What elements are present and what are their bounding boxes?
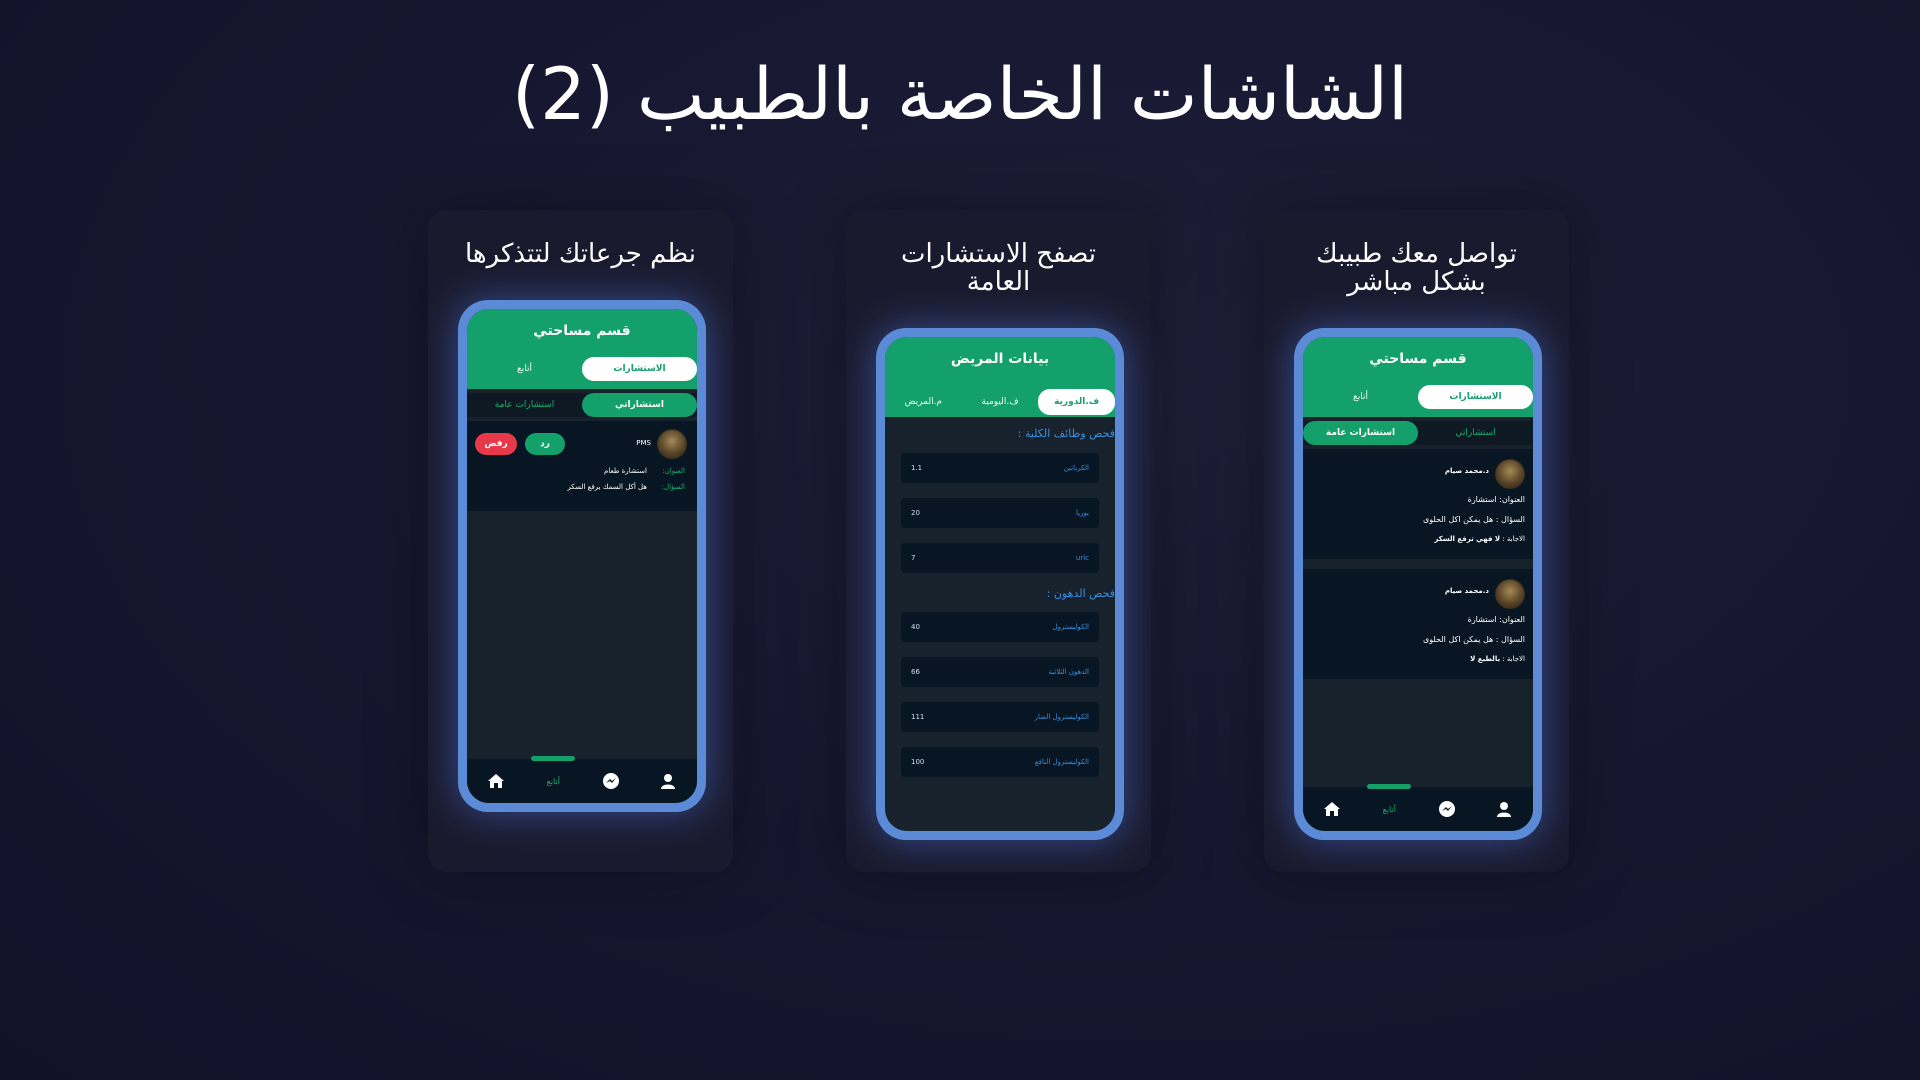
sub-tab-my-consultations[interactable]: استشاراتي bbox=[582, 393, 697, 417]
lab-row: يوريا 20 bbox=[901, 498, 1099, 528]
lab-row: uric 7 bbox=[901, 543, 1099, 573]
sub-tab-bar: استشاراتي استشارات عامة bbox=[467, 393, 697, 417]
lab-row: الكوليسترول النافع 100 bbox=[901, 747, 1099, 777]
avatar bbox=[1495, 579, 1525, 609]
doctor-name: د.محمد صيام bbox=[1444, 587, 1489, 595]
card-caption-line2: العامة bbox=[966, 267, 1031, 297]
nav-follow[interactable]: أتابع bbox=[531, 756, 576, 796]
lab-row: الكرياتين 1.1 bbox=[901, 453, 1099, 483]
feature-card-public-consultations: تصفح الاستشارات العامة بيانات المريض ف.ا… bbox=[846, 210, 1151, 872]
lab-name: يوريا bbox=[1075, 509, 1089, 517]
avatar bbox=[1495, 459, 1525, 489]
consultation-item[interactable]: د.محمد صيام العنوان: استشارة السؤال : هل… bbox=[1303, 449, 1533, 559]
lab-name: الدهون الثلاثية bbox=[1048, 668, 1089, 676]
nav-follow-label: أتابع bbox=[1382, 804, 1396, 814]
section-kidney-function: فحص وظائف الكلية : bbox=[1017, 427, 1115, 440]
sub-tab-public-consultations[interactable]: استشارات عامة bbox=[1303, 421, 1418, 445]
bottom-nav: أتابع bbox=[467, 756, 697, 803]
home-icon[interactable] bbox=[1317, 794, 1347, 824]
feature-card-doses: نظم جرعاتك لتتذكرها قسم مساحتي الاستشارا… bbox=[428, 210, 733, 872]
tab-bar: ف.الدورية ف.اليومية م.المريض bbox=[885, 389, 1115, 415]
nav-follow-label: أتابع bbox=[546, 776, 560, 786]
consult-question: السؤال : هل يمكن اكل الحلوى bbox=[1423, 635, 1525, 644]
consult-question: السؤال : هل يمكن اكل الحلوى bbox=[1423, 515, 1525, 524]
question-value: هل أكل السمك يرفع السكر bbox=[567, 483, 647, 491]
avatar bbox=[657, 429, 687, 459]
lab-name: الكوليسترول الضار bbox=[1034, 713, 1089, 721]
tab-consultations[interactable]: الاستشارات bbox=[582, 357, 697, 381]
messenger-icon[interactable] bbox=[596, 766, 626, 796]
question-key: السؤال: bbox=[661, 483, 685, 491]
consultation-item[interactable]: PMS رد رفض العنوان: استشارة طعام السؤال:… bbox=[467, 421, 697, 511]
tab-consultations[interactable]: الاستشارات bbox=[1418, 385, 1533, 409]
answer-key: الاجابة : bbox=[1500, 655, 1525, 663]
lab-value: 1.1 bbox=[911, 464, 923, 472]
page-title: الشاشات الخاصة بالطبيب (2) bbox=[511, 52, 1409, 136]
active-indicator bbox=[1367, 784, 1412, 789]
header-title: قسم مساحتي bbox=[533, 323, 631, 339]
sub-tab-public-consultations[interactable]: استشارات عامة bbox=[467, 393, 582, 417]
patient-name: PMS bbox=[636, 439, 651, 447]
phone-screen: قسم مساحتي الاستشارات أتابع استشاراتي اس… bbox=[467, 309, 697, 803]
header-title: قسم مساحتي bbox=[1369, 351, 1467, 367]
screen-header: قسم مساحتي الاستشارات أتابع bbox=[1303, 337, 1533, 417]
bottom-nav: أتابع bbox=[1303, 784, 1533, 831]
screen-header: قسم مساحتي الاستشارات أتابع bbox=[467, 309, 697, 389]
tab-following[interactable]: أتابع bbox=[467, 357, 582, 381]
lab-name: uric bbox=[1075, 554, 1089, 562]
title-value: استشارة طعام bbox=[604, 467, 647, 475]
phone-screen: قسم مساحتي الاستشارات أتابع استشاراتي اس… bbox=[1303, 337, 1533, 831]
active-indicator bbox=[531, 756, 576, 761]
consult-title: العنوان: استشارة bbox=[1467, 495, 1525, 504]
home-icon[interactable] bbox=[481, 766, 511, 796]
tab-bar: الاستشارات أتابع bbox=[467, 357, 697, 381]
lab-name: الكوليسترول النافع bbox=[1034, 758, 1089, 766]
lab-value: 100 bbox=[911, 758, 925, 766]
lab-value: 111 bbox=[911, 713, 925, 721]
tab-periodic[interactable]: ف.الدورية bbox=[1038, 389, 1115, 415]
answer-value: لا فهي ترفع السكر bbox=[1434, 535, 1501, 543]
tab-following[interactable]: أتابع bbox=[1303, 385, 1418, 409]
phone-screen: بيانات المريض ف.الدورية ف.اليومية م.المر… bbox=[885, 337, 1115, 831]
card-caption-line1: تصفح الاستشارات bbox=[900, 239, 1097, 269]
reply-button[interactable]: رد bbox=[525, 433, 565, 455]
phone-mockup: قسم مساحتي الاستشارات أتابع استشاراتي اس… bbox=[1294, 328, 1542, 840]
nav-follow[interactable]: أتابع bbox=[1367, 784, 1412, 824]
lab-value: 40 bbox=[911, 623, 920, 631]
tab-patient-info[interactable]: م.المريض bbox=[885, 389, 962, 415]
messenger-icon[interactable] bbox=[1432, 794, 1462, 824]
lab-row: الكوليسترول الضار 111 bbox=[901, 702, 1099, 732]
lab-name: الكوليسترول bbox=[1052, 623, 1090, 631]
tab-bar: الاستشارات أتابع bbox=[1303, 385, 1533, 409]
card-caption: نظم جرعاتك لتتذكرها bbox=[464, 239, 697, 269]
consult-answer: الاجابة : بالطبع لا bbox=[1470, 655, 1525, 663]
profile-icon[interactable] bbox=[1489, 794, 1519, 824]
sub-tab-my-consultations[interactable]: استشاراتي bbox=[1418, 421, 1533, 445]
phone-mockup: قسم مساحتي الاستشارات أتابع استشاراتي اس… bbox=[458, 300, 706, 812]
lab-name: الكرياتين bbox=[1063, 464, 1089, 472]
header-title: بيانات المريض bbox=[950, 351, 1050, 367]
lab-value: 7 bbox=[911, 554, 916, 562]
answer-key: الاجابة : bbox=[1500, 535, 1525, 543]
tab-daily[interactable]: ف.اليومية bbox=[962, 389, 1039, 415]
lab-value: 20 bbox=[911, 509, 920, 517]
title-key: العنوان: bbox=[662, 467, 685, 475]
consultation-item[interactable]: د.محمد صيام العنوان: استشارة السؤال : هل… bbox=[1303, 569, 1533, 679]
section-lipids: فحص الدهون : bbox=[1046, 587, 1115, 600]
sub-tab-bar: استشاراتي استشارات عامة bbox=[1303, 421, 1533, 445]
profile-icon[interactable] bbox=[653, 766, 683, 796]
phone-mockup: بيانات المريض ف.الدورية ف.اليومية م.المر… bbox=[876, 328, 1124, 840]
doctor-name: د.محمد صيام bbox=[1444, 467, 1489, 475]
lab-row: الكوليسترول 40 bbox=[901, 612, 1099, 642]
consult-title: العنوان: استشارة bbox=[1467, 615, 1525, 624]
feature-card-direct-contact: تواصل معك طبيبك بشكل مباشر قسم مساحتي ال… bbox=[1264, 210, 1569, 872]
consult-answer: الاجابة : لا فهي ترفع السكر bbox=[1434, 535, 1525, 543]
card-caption-line1: تواصل معك طبيبك bbox=[1316, 239, 1517, 269]
card-caption-line2: بشكل مباشر bbox=[1347, 267, 1486, 297]
answer-value: بالطبع لا bbox=[1470, 655, 1501, 663]
screen-header: بيانات المريض ف.الدورية ف.اليومية م.المر… bbox=[885, 337, 1115, 417]
reject-button[interactable]: رفض bbox=[475, 433, 517, 455]
lab-value: 66 bbox=[911, 668, 920, 676]
lab-row: الدهون الثلاثية 66 bbox=[901, 657, 1099, 687]
